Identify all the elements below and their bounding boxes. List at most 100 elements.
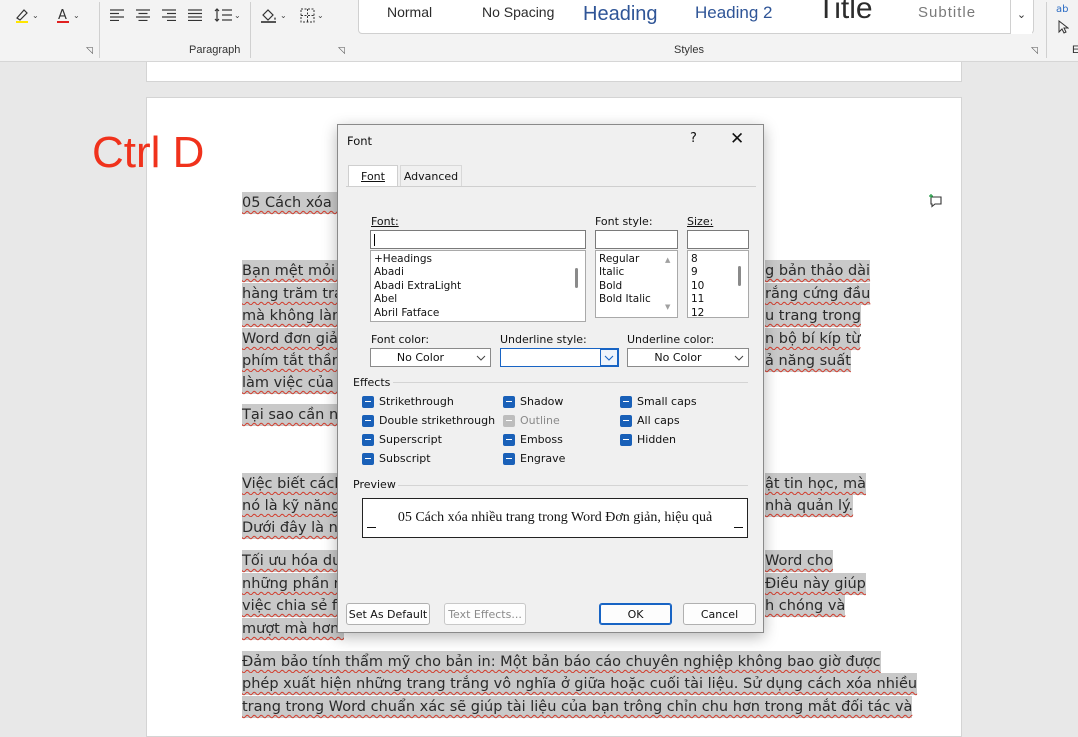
size-list[interactable]: 8 9 10 11 12 [687, 250, 749, 318]
line-spacing-button[interactable]: ⌄ [214, 8, 241, 22]
doc-line-text: n bộ bí kíp từ [765, 331, 861, 347]
doc-line-tail[interactable]: nhà quản lý. [765, 495, 854, 517]
strikethrough-checkbox[interactable]: Strikethrough [362, 395, 454, 408]
emboss-checkbox[interactable]: Emboss [503, 433, 563, 446]
doc-line[interactable]: làm việc của b [242, 372, 348, 394]
font-name-input[interactable] [370, 230, 586, 249]
set-as-default-button[interactable]: Set As Default [346, 603, 430, 625]
doc-line-tail[interactable]: ả năng suất [765, 350, 851, 372]
style-no-spacing[interactable]: No Spacing [482, 0, 554, 29]
style-heading[interactable]: Heading [583, 0, 658, 31]
underline-color-select[interactable]: No Color [627, 348, 749, 367]
doc-line[interactable]: trang trong Word chuẩn xác sẽ giúp tài l… [242, 696, 913, 718]
doc-line-tail[interactable]: ật tin học, mà [765, 473, 866, 495]
scrollbar[interactable] [733, 252, 747, 316]
align-left-button[interactable] [110, 9, 124, 21]
doc-line[interactable]: việc chia sẻ fil [242, 595, 346, 617]
doc-line-tail[interactable]: Word cho [765, 550, 833, 572]
scrollbar[interactable]: ▲ ▼ [662, 252, 676, 316]
tab-advanced[interactable]: Advanced [400, 165, 462, 187]
font-style-label-text: Font style: [595, 215, 653, 228]
align-right-button[interactable] [162, 9, 176, 21]
previous-page-bottom [146, 62, 962, 82]
list-item[interactable]: +Headings [374, 253, 582, 266]
tab-font[interactable]: Font [348, 165, 398, 187]
select-button[interactable] [1057, 20, 1069, 34]
replace-button[interactable]: ab [1056, 2, 1070, 14]
font-color-button[interactable]: A ⌄ [55, 7, 80, 23]
doc-line[interactable]: Dưới đây là nh [242, 517, 348, 539]
paragraph-dialog-launcher[interactable]: ◹ [338, 45, 345, 56]
list-item[interactable]: Abadi [374, 266, 582, 279]
doc-line-text: nó là kỹ năng [242, 498, 341, 514]
doc-line[interactable]: mượt mà hơn. [242, 618, 344, 640]
font-style-list[interactable]: Regular Italic Bold Bold Italic ▲ ▼ [595, 250, 678, 318]
ok-label: OK [627, 607, 644, 621]
doc-line-tail[interactable]: u trang trong [765, 305, 861, 327]
doc-line[interactable]: phép xuất hiện những trang trắng vô nghĩ… [242, 673, 918, 695]
doc-line-tail[interactable]: Điều này giúp [765, 573, 866, 595]
styles-dialog-launcher[interactable]: ◹ [1031, 45, 1038, 56]
engrave-checkbox[interactable]: Engrave [503, 452, 565, 465]
small-caps-checkbox[interactable]: Small caps [620, 395, 697, 408]
doc-line-tail[interactable]: h chóng và [765, 595, 846, 617]
list-item[interactable]: Abril Fatface [374, 307, 582, 320]
superscript-checkbox[interactable]: Superscript [362, 433, 442, 446]
doc-line-tail[interactable]: rắng cứng đầu [765, 283, 871, 305]
font-color-select[interactable]: No Color [370, 348, 491, 367]
list-item[interactable]: Abadi ExtraLight [374, 280, 582, 293]
scroll-down-icon[interactable]: ▼ [665, 301, 670, 314]
highlight-color-button[interactable]: ⌄ [14, 7, 39, 23]
doc-line-tail[interactable]: n bộ bí kíp từ [765, 328, 861, 350]
underline-style-select[interactable] [500, 348, 619, 367]
size-input[interactable] [687, 230, 749, 249]
doc-line-text: Bạn mệt mỏi v [242, 263, 349, 279]
doc-line[interactable]: 05 Cách xóa n [242, 192, 346, 214]
font-name-list[interactable]: +Headings Abadi Abadi ExtraLight Abel Ab… [370, 250, 586, 322]
font-style-input[interactable] [595, 230, 678, 249]
scroll-thumb[interactable] [738, 266, 741, 286]
scroll-up-icon[interactable]: ▲ [665, 254, 670, 267]
doc-line[interactable]: Bạn mệt mỏi v [242, 260, 349, 282]
shadow-checkbox[interactable]: Shadow [503, 395, 563, 408]
double-strikethrough-checkbox[interactable]: Double strikethrough [362, 414, 495, 427]
font-dialog-launcher[interactable]: ◹ [86, 45, 93, 56]
outline-checkbox[interactable]: Outline [503, 414, 560, 427]
subscript-checkbox[interactable]: Subscript [362, 452, 431, 465]
all-caps-checkbox[interactable]: All caps [620, 414, 680, 427]
doc-line[interactable]: mà không làm [242, 305, 347, 327]
style-normal[interactable]: Normal [387, 0, 432, 29]
doc-line[interactable]: Word đơn giản [242, 328, 348, 350]
style-subtitle[interactable]: Subtitle [918, 0, 976, 29]
shading-button[interactable]: ⌄ [260, 7, 287, 23]
preview-title: Preview [353, 478, 396, 491]
borders-button[interactable]: ⌄ [300, 8, 324, 23]
comment-icon[interactable] [928, 193, 944, 211]
style-heading-2[interactable]: Heading 2 [695, 0, 773, 30]
ok-button[interactable]: OK [599, 603, 672, 625]
scroll-thumb[interactable] [575, 268, 578, 288]
doc-line-tail[interactable]: g bản thảo dài [765, 260, 871, 282]
text-effects-button[interactable]: Text Effects... [444, 603, 526, 625]
scrollbar[interactable] [570, 252, 584, 320]
align-center-button[interactable] [136, 9, 150, 21]
doc-line[interactable]: Tại sao cần nắ [242, 404, 348, 426]
styles-more-button[interactable]: ⌄ [1010, 0, 1032, 34]
chevron-down-icon [730, 349, 748, 366]
doc-line[interactable]: những phần n [242, 573, 343, 595]
list-item[interactable]: Abel [374, 293, 582, 306]
doc-line[interactable]: phím tắt thần [242, 350, 341, 372]
chevron-down-icon: ⌄ [32, 10, 39, 20]
doc-line[interactable]: hàng trăm tran [242, 283, 353, 305]
doc-line[interactable]: Đảm bảo tính thẩm mỹ cho bản in: Một bản… [242, 651, 881, 673]
doc-line-text: Dưới đây là nh [242, 520, 348, 536]
cancel-button[interactable]: Cancel [683, 603, 756, 625]
doc-line[interactable]: Việc biết cách [242, 473, 344, 495]
doc-line[interactable]: Tối ưu hóa dun [242, 550, 351, 572]
justify-button[interactable] [188, 9, 202, 21]
style-title[interactable]: Title [817, 0, 873, 26]
hidden-checkbox[interactable]: Hidden [620, 433, 676, 446]
help-button[interactable]: ? [690, 131, 697, 146]
close-button[interactable]: ✕ [730, 129, 744, 149]
doc-line[interactable]: nó là kỹ năng [242, 495, 341, 517]
